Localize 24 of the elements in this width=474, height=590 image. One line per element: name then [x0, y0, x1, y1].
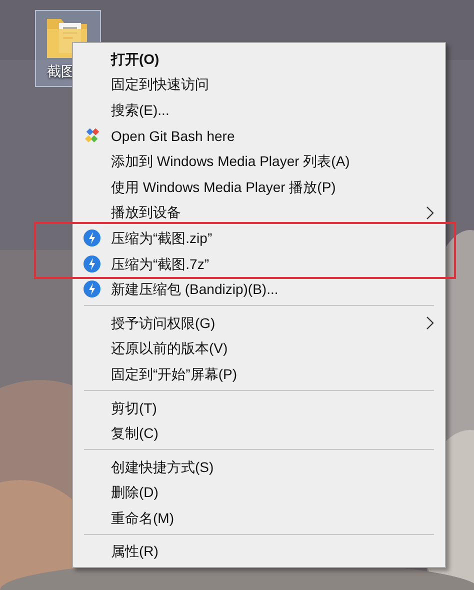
chevron-icon	[426, 316, 435, 330]
menu-item[interactable]: 重命名(M)	[73, 505, 445, 531]
menu-item[interactable]: Open Git Bash here	[73, 122, 445, 148]
chevron-icon	[426, 206, 435, 220]
menu-item[interactable]: 复制(C)	[73, 420, 445, 446]
lightning-icon	[83, 229, 101, 248]
menu-item[interactable]: 属性(R)	[73, 538, 445, 564]
menu-item[interactable]: 添加到 Windows Media Player 列表(A)	[73, 148, 445, 174]
folder-label: 截图	[47, 63, 75, 81]
menu-item[interactable]: 使用 Windows Media Player 播放(P)	[73, 174, 445, 200]
lightning-icon	[83, 280, 101, 298]
menu-item[interactable]: 固定到“开始”屏幕(P)	[73, 361, 445, 387]
menu-item[interactable]: 删除(D)	[73, 480, 445, 506]
menu-item[interactable]: 授予访问权限(G)	[73, 310, 445, 336]
lightning-icon	[83, 254, 101, 273]
menu-item[interactable]: 剪切(T)	[73, 394, 445, 420]
diamond-icon	[83, 126, 101, 145]
menu-item[interactable]: 新建压缩包 (Bandizip)(B)...	[73, 276, 445, 302]
menu-item[interactable]: 压缩为“截图.7z”	[73, 250, 445, 276]
menu-item[interactable]: 创建快捷方式(S)	[73, 454, 445, 480]
menu-item[interactable]: 搜索(E)...	[73, 97, 445, 123]
menu-item[interactable]: 压缩为“截图.zip”	[73, 225, 445, 251]
menu-item[interactable]: 还原以前的版本(V)	[73, 336, 445, 362]
menu-item[interactable]: 播放到设备	[73, 200, 445, 226]
